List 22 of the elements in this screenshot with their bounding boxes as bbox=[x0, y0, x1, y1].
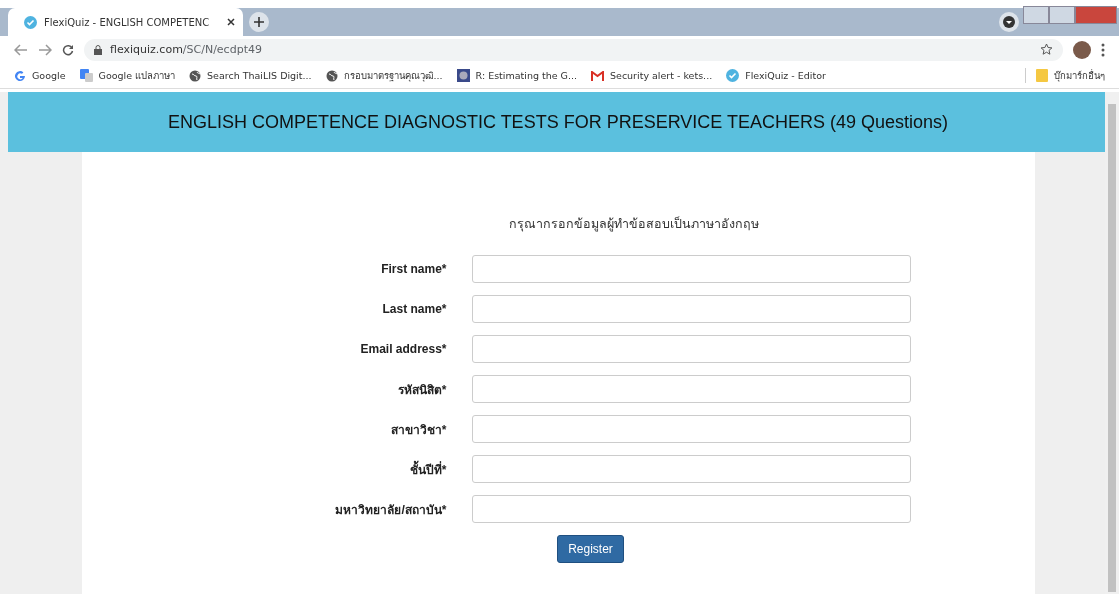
bookmark-link[interactable]: R: Estimating the G... bbox=[475, 70, 577, 81]
field-label: Last name* bbox=[381, 302, 447, 316]
field-label: First name* bbox=[380, 262, 447, 276]
bookmark-link[interactable]: Security alert - kets... bbox=[610, 70, 713, 81]
field-label: มหาวิทยาลัย/สถาบัน* bbox=[334, 501, 447, 519]
field-label: ชั้นปีที่* bbox=[408, 459, 447, 479]
field-label: รหัสนิสิต* bbox=[396, 381, 447, 399]
bookmark-link[interactable]: FlexiQuiz - Editor bbox=[745, 70, 826, 81]
quiz-title: ENGLISH COMPETENCE DIAGNOSTIC TESTS FOR PRESERVICE TEACHERS (49 Questions) bbox=[167, 111, 949, 133]
bookmark-link[interactable]: กรอบมาตรฐานคุณวุฒิ... bbox=[343, 68, 443, 83]
bookmark-link[interactable]: Search ThaiLIS Digit... bbox=[207, 70, 312, 81]
browser-tab[interactable]: FlexiQuiz - ENGLISH COMPETENC bbox=[8, 8, 243, 36]
field-label: สาขาวิชา* bbox=[389, 421, 447, 439]
address-bar[interactable]: flexiquiz.com/SC/N/ecdpt49 bbox=[84, 38, 1063, 61]
url-text: flexiquiz.com/SC/N/ecdpt49 bbox=[110, 43, 262, 56]
bookmark-link[interactable]: Google bbox=[32, 70, 66, 81]
field-label: Email address* bbox=[359, 342, 447, 356]
other-bookmarks-link[interactable]: บุ๊กมาร์กอื่นๆ bbox=[1054, 68, 1105, 83]
register-button[interactable]: Register bbox=[557, 535, 624, 563]
bookmark-link[interactable]: Google แปลภาษา bbox=[98, 68, 176, 83]
tab-title: FlexiQuiz - ENGLISH COMPETENC bbox=[44, 16, 210, 28]
instruction-text: กรุณากรอกข้อมูลผู้ทำข้อสอบเป็นภาษาอังกฤษ bbox=[507, 215, 759, 234]
